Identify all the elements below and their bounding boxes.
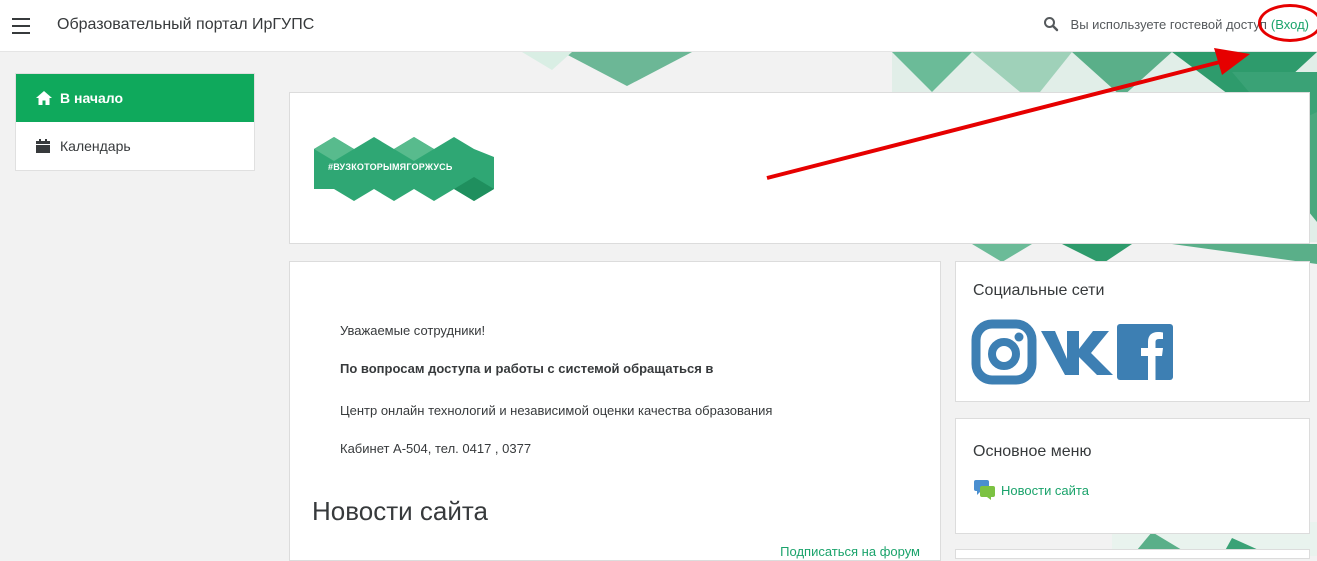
site-news-heading: Новости сайта bbox=[312, 496, 488, 526]
main-menu-link-label: Новости сайта bbox=[1001, 482, 1089, 498]
page-header-card: #ВУЗКОТОРЫМЯГОРЖУСЬ bbox=[289, 92, 1310, 244]
main-menu-news-link[interactable]: Новости сайта bbox=[974, 480, 1089, 500]
site-title[interactable]: Образовательный портал ИрГУПС bbox=[57, 16, 314, 34]
main-content-card: Уважаемые сотрудники! По вопросам доступ… bbox=[289, 261, 941, 561]
forum-icon bbox=[974, 480, 996, 500]
nav-item-home[interactable]: В начало bbox=[16, 74, 254, 122]
guest-access-text: Вы используете гостевой доступ bbox=[1070, 16, 1267, 32]
social-networks-block: Социальные сети bbox=[955, 261, 1310, 402]
university-pride-logo: #ВУЗКОТОРЫМЯГОРЖУСЬ bbox=[314, 129, 500, 209]
next-block bbox=[955, 549, 1310, 559]
vk-icon[interactable] bbox=[1041, 327, 1115, 377]
instagram-icon[interactable] bbox=[971, 319, 1037, 385]
login-highlight-circle bbox=[1258, 4, 1317, 42]
greeting-text: Уважаемые сотрудники! bbox=[340, 323, 486, 338]
nav-item-label: Календарь bbox=[60, 138, 131, 154]
social-icons-row bbox=[971, 319, 1173, 385]
calendar-icon bbox=[36, 139, 52, 153]
subscribe-forum-link[interactable]: Подписаться на форум bbox=[780, 544, 920, 559]
facebook-icon[interactable] bbox=[1117, 324, 1173, 380]
office-info: Кабинет А-504, тел. 0417 , 0377 bbox=[340, 441, 532, 456]
home-icon bbox=[36, 91, 52, 105]
center-name: Центр онлайн технологий и независимой оц… bbox=[340, 403, 773, 418]
main-menu-block: Основное меню Новости сайта bbox=[955, 418, 1310, 534]
nav-item-calendar[interactable]: Календарь bbox=[16, 122, 254, 170]
nav-drawer-list: В начало Календарь bbox=[15, 73, 255, 171]
contact-heading: По вопросам доступа и работы с системой … bbox=[340, 361, 714, 376]
logo-hashtag-text: #ВУЗКОТОРЫМЯГОРЖУСЬ bbox=[328, 162, 453, 172]
top-navbar: Образовательный портал ИрГУПС Вы использ… bbox=[0, 0, 1317, 52]
main-menu-title: Основное меню bbox=[973, 443, 1092, 460]
search-icon[interactable] bbox=[1043, 16, 1059, 32]
menu-toggle-icon[interactable] bbox=[12, 13, 30, 35]
nav-item-label: В начало bbox=[60, 90, 124, 106]
social-block-title: Социальные сети bbox=[973, 282, 1105, 299]
